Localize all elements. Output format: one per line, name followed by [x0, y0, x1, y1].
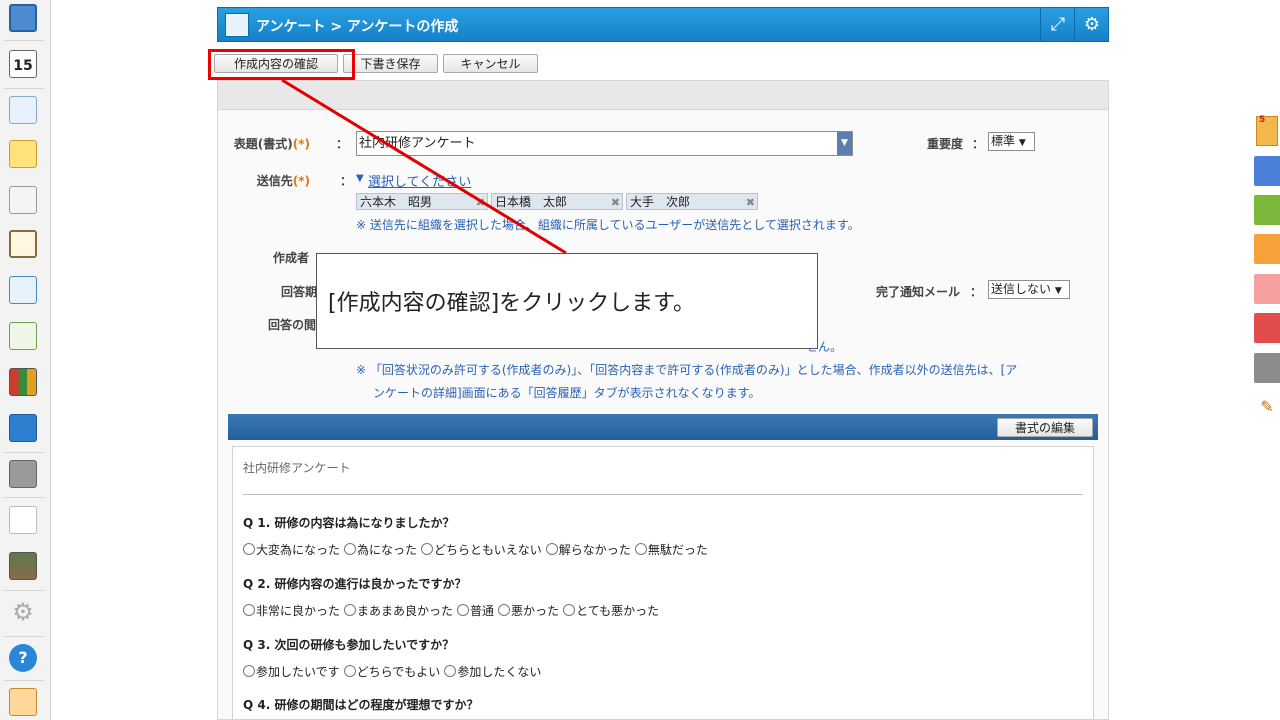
- callout-pointer: [281, 78, 567, 255]
- highlight-box: [208, 49, 355, 80]
- callout-text: [作成内容の確認]をクリックします。: [328, 291, 695, 316]
- instruction-callout: [作成内容の確認]をクリックします。: [316, 253, 818, 349]
